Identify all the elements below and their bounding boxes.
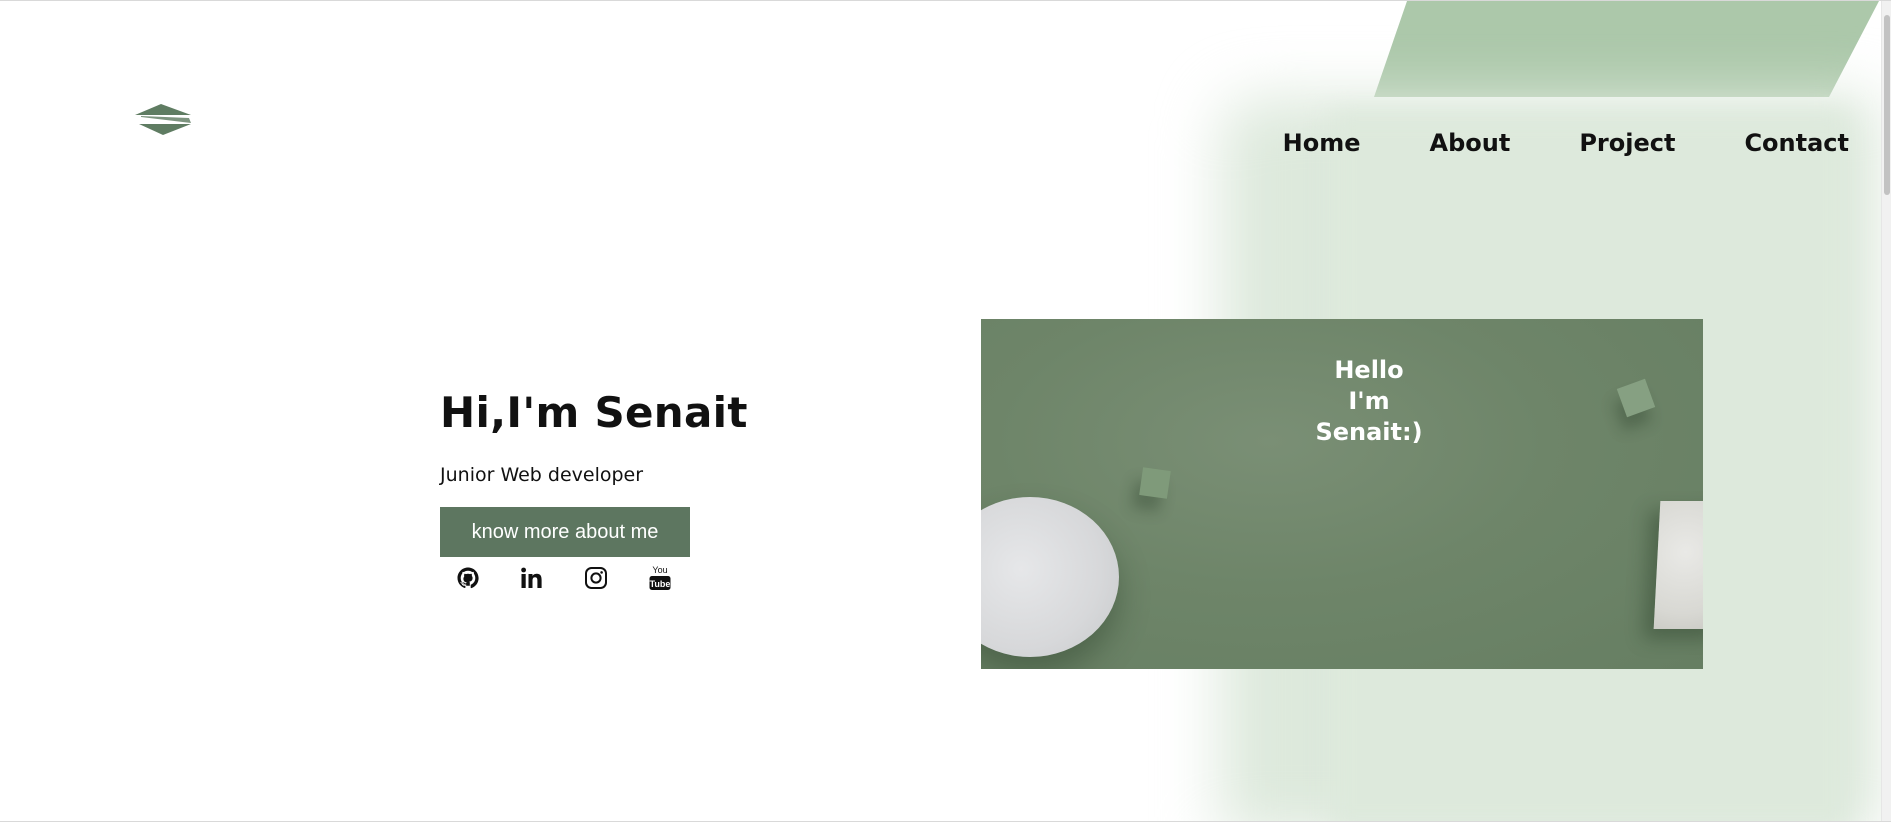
hero-subtitle: Junior Web developer (440, 464, 644, 486)
know-more-button[interactable]: know more about me (440, 507, 690, 557)
logo-icon[interactable] (133, 101, 193, 141)
page: Home About Project Contact Hi,I'm Senait… (0, 0, 1891, 822)
image-caption-line-1: Hello (1334, 356, 1404, 384)
nav-item-project[interactable]: Project (1579, 129, 1675, 157)
hero-image: Hello I'm Senait:) (981, 319, 1703, 669)
linkedin-link[interactable] (519, 564, 545, 592)
image-caption-line-3: Senait:) (1315, 418, 1423, 446)
svg-text:You: You (652, 565, 667, 575)
nav-item-contact[interactable]: Contact (1744, 129, 1849, 157)
image-cube-left (1139, 467, 1171, 499)
decorative-parallelogram (1374, 1, 1879, 97)
image-caption: Hello I'm Senait:) (1279, 355, 1459, 448)
nav-item-about[interactable]: About (1430, 129, 1511, 157)
image-disc-shape (981, 497, 1119, 657)
image-caption-line-2: I'm (1348, 387, 1390, 415)
scrollbar-thumb[interactable] (1884, 15, 1890, 195)
scrollbar[interactable] (1881, 1, 1891, 822)
hero-title: Hi,I'm Senait (440, 388, 748, 437)
youtube-link[interactable]: You Tube (647, 564, 673, 592)
linkedin-icon (521, 567, 542, 588)
main-nav: Home About Project Contact (1283, 129, 1849, 157)
social-links: You Tube (455, 564, 673, 592)
github-link[interactable] (455, 564, 481, 592)
image-stone-block (1653, 501, 1703, 629)
image-cube-right (1616, 378, 1656, 418)
instagram-link[interactable] (583, 564, 609, 592)
youtube-icon: You Tube (649, 565, 671, 590)
svg-text:Tube: Tube (650, 579, 671, 589)
instagram-icon (585, 567, 607, 589)
github-icon (457, 567, 479, 589)
nav-item-home[interactable]: Home (1283, 129, 1361, 157)
